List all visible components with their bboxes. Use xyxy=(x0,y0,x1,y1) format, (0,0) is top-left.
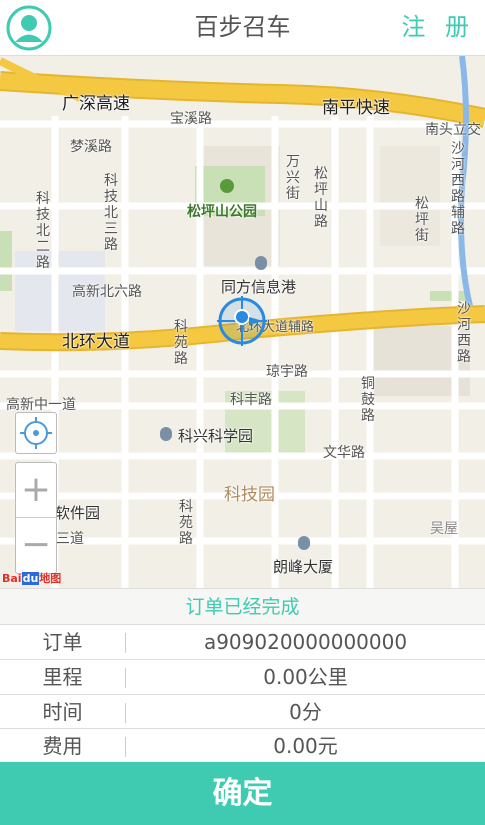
distance-label: 里程 xyxy=(42,665,83,689)
map-label-guangshen: 广深高速 xyxy=(62,94,130,114)
map-label-baoxi: 宝溪路 xyxy=(170,111,212,127)
register-button[interactable]: 注 册 xyxy=(401,0,475,55)
map-label-songping-street: 松坪街 xyxy=(415,196,429,244)
building-icon xyxy=(255,256,267,270)
map-label-mengxi: 梦溪路 xyxy=(70,139,112,155)
order-status: 订单已经完成 xyxy=(0,588,485,625)
map-label-kexing: 科兴科学园 xyxy=(178,427,254,445)
confirm-button[interactable]: 确定 xyxy=(0,762,485,825)
map-label-nanping: 南平快速 xyxy=(322,98,390,118)
order-row-fee: 费用 0.00元 xyxy=(0,728,485,763)
map-view[interactable]: 广深高速 南平快速 南头立交 宝溪路 梦溪路 科技北三路 科技北二路 万兴街 松… xyxy=(0,56,485,588)
locate-icon xyxy=(20,417,52,449)
map-label-gaoxin-bei6: 高新北六路 xyxy=(72,284,142,300)
map-label-songping-park: 松坪山公园 xyxy=(187,204,257,220)
fee-value: 0.00元 xyxy=(273,734,338,758)
map-label-keyuan-south: 科苑路 xyxy=(179,499,193,547)
map-label-nantou: 南头立交 xyxy=(425,122,481,138)
app-header: 百步召车 注 册 xyxy=(0,0,485,56)
time-label: 时间 xyxy=(42,700,83,724)
map-label-langfeng: 朗峰大厦 xyxy=(273,558,334,576)
map-label-kefeng: 科丰路 xyxy=(230,392,272,408)
map-label-wuwu: 吴屋 xyxy=(430,521,458,537)
park-icon xyxy=(220,179,234,193)
distance-value: 0.00公里 xyxy=(263,665,348,689)
order-row-time: 时间 0分 xyxy=(0,694,485,730)
order-row-id: 订单 a909020000000000 xyxy=(0,624,485,660)
building-icon xyxy=(298,536,310,550)
locate-button[interactable] xyxy=(15,412,57,454)
map-label-tonggu: 铜鼓路 xyxy=(361,376,375,424)
zoom-out-icon[interactable]: − xyxy=(16,518,56,572)
map-label-gaoxin-zhong1: 高新中一道 xyxy=(6,397,76,413)
order-id-value: a909020000000000 xyxy=(203,630,408,654)
map-label-ruanjian: 软件园 xyxy=(55,504,101,522)
baidu-logo: Baidu地图 xyxy=(2,572,62,585)
map-label-shahe-west: 沙河西路 xyxy=(457,301,471,365)
position-marker-icon xyxy=(217,296,267,346)
map-label-qiongyu: 琼宇路 xyxy=(266,364,308,380)
map-label-wanxing: 万兴街 xyxy=(286,154,300,202)
zoom-control: + − xyxy=(15,462,57,574)
map-label-beihuan: 北环大道 xyxy=(62,332,130,352)
map-label-sandao: 三道 xyxy=(56,531,84,547)
zoom-in-icon[interactable]: + xyxy=(16,463,56,518)
time-value: 0分 xyxy=(289,700,322,724)
order-row-distance: 里程 0.00公里 xyxy=(0,659,485,695)
map-label-songping-road: 松坪山路 xyxy=(314,166,328,230)
order-id-label: 订单 xyxy=(42,630,83,654)
fee-label: 费用 xyxy=(42,734,83,758)
map-label-shahe-west-aux: 沙河西路辅路 xyxy=(451,141,465,237)
map-label-kejiyuan: 科技园 xyxy=(224,485,275,505)
map-label-keji-bei2: 科技北二路 xyxy=(36,191,50,271)
map-label-wenhua: 文华路 xyxy=(323,445,365,461)
map-label-keji-bei3: 科技北三路 xyxy=(104,173,118,253)
building-icon xyxy=(160,427,172,441)
map-label-keyuan-north: 科苑路 xyxy=(174,319,188,367)
